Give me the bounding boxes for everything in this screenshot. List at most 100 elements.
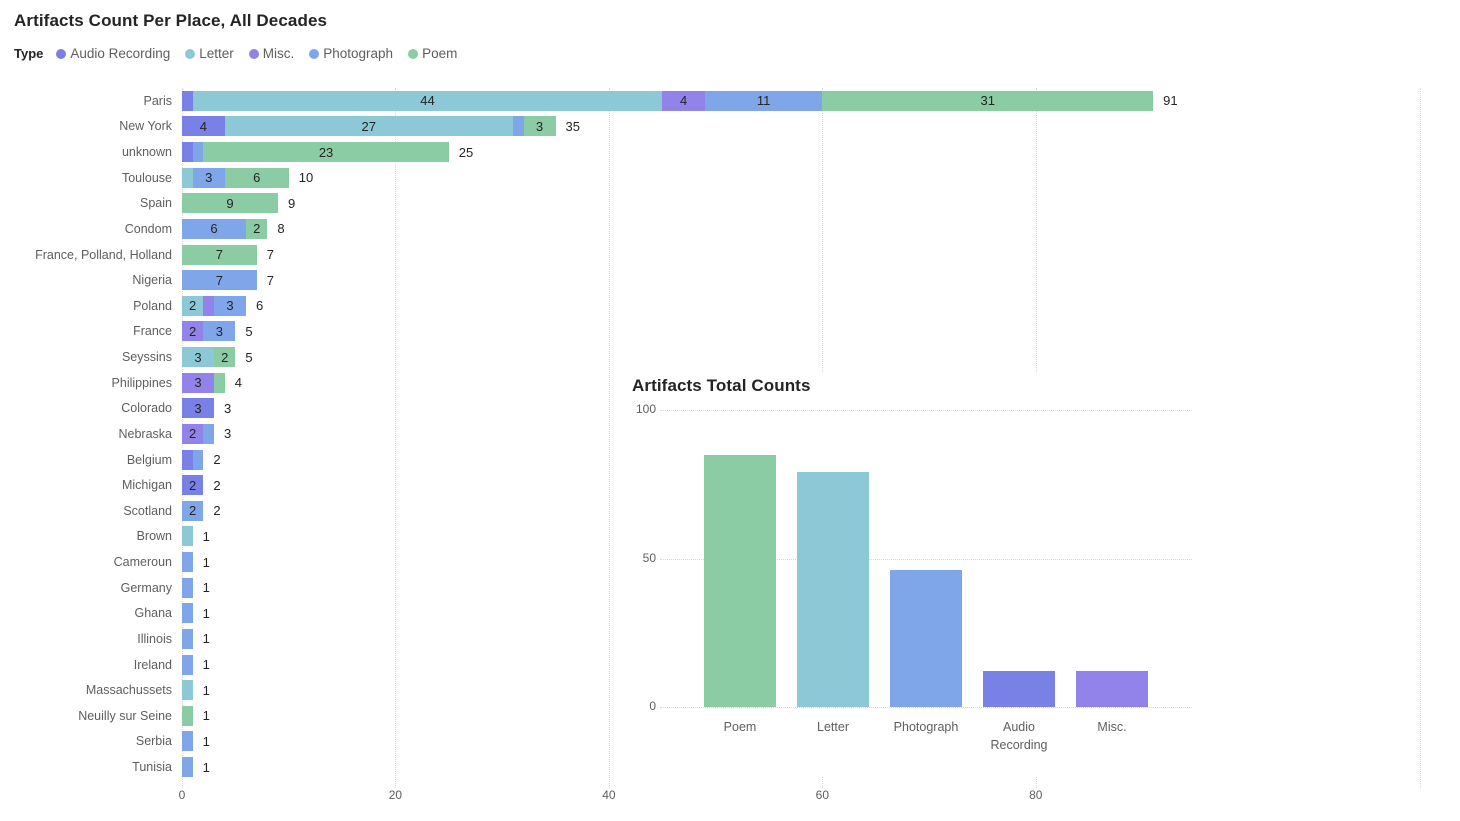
bar-segment[interactable]: 9 (182, 193, 278, 213)
bar-segment[interactable] (203, 424, 214, 444)
bar-segment[interactable]: 7 (182, 270, 257, 290)
bar-segment[interactable]: 2 (182, 475, 203, 495)
stacked-bar[interactable]: 32 (182, 347, 235, 367)
stacked-bar[interactable]: 3 (182, 373, 225, 393)
bar-segment[interactable] (182, 655, 193, 675)
bar-segment[interactable] (182, 91, 193, 111)
bar-segment[interactable] (182, 680, 193, 700)
bar-segment[interactable] (203, 296, 214, 316)
bar-segment[interactable] (182, 168, 193, 188)
bar-segment[interactable]: 2 (182, 321, 203, 341)
stacked-bar[interactable] (182, 757, 193, 777)
bar-segment[interactable]: 44 (193, 91, 663, 111)
legend-dot-icon (249, 49, 259, 59)
legend-item-photograph[interactable]: Photograph (309, 46, 393, 61)
bar-segment[interactable] (182, 731, 193, 751)
stacked-bar[interactable]: 7 (182, 270, 257, 290)
legend-title: Type (14, 46, 43, 61)
stacked-bar[interactable] (182, 526, 193, 546)
stacked-bar[interactable] (182, 655, 193, 675)
bar-segment[interactable] (193, 450, 204, 470)
bar[interactable] (1076, 671, 1148, 707)
stacked-bar[interactable]: 36 (182, 168, 289, 188)
bar-segment[interactable] (182, 526, 193, 546)
bar-segment[interactable]: 4 (662, 91, 705, 111)
stacked-bar[interactable] (182, 603, 193, 623)
x-axis-tick-label: 60 (802, 788, 842, 802)
bar-segment[interactable]: 31 (822, 91, 1153, 111)
stacked-bar[interactable]: 2 (182, 475, 203, 495)
bar-segment[interactable] (214, 373, 225, 393)
stacked-bar[interactable]: 4 27 3 (182, 116, 556, 136)
legend-item-misc[interactable]: Misc. (249, 46, 295, 61)
bar[interactable] (797, 472, 869, 707)
chart-row: Paris444113191 (0, 88, 1460, 114)
total-label: 8 (277, 221, 284, 236)
legend-item-letter[interactable]: Letter (185, 46, 234, 61)
bar-segment[interactable]: 2 (182, 296, 203, 316)
stacked-bar[interactable] (182, 706, 193, 726)
bar-segment[interactable]: 3 (214, 296, 246, 316)
stacked-bar[interactable]: 2 (182, 501, 203, 521)
x-axis-tick-label: 20 (375, 788, 415, 802)
legend-item-audio-recording[interactable]: Audio Recording (56, 46, 170, 61)
stacked-bar[interactable] (182, 680, 193, 700)
stacked-bar[interactable]: 7 (182, 245, 257, 265)
stacked-bar[interactable] (182, 450, 203, 470)
segment-value: 3 (205, 170, 212, 185)
bar-segment[interactable] (182, 629, 193, 649)
bar-segment[interactable]: 7 (182, 245, 257, 265)
bar-segment[interactable]: 2 (214, 347, 235, 367)
bar[interactable] (890, 570, 962, 707)
total-label: 3 (224, 401, 231, 416)
stacked-bar[interactable]: 23 (182, 296, 246, 316)
bar-segment[interactable]: 6 (225, 168, 289, 188)
bar-segment[interactable]: 3 (203, 321, 235, 341)
bar-segment[interactable]: 2 (182, 501, 203, 521)
bar-segment[interactable] (513, 116, 524, 136)
bar-segment[interactable] (182, 603, 193, 623)
stacked-bar[interactable] (182, 552, 193, 572)
bar-segment[interactable] (182, 142, 193, 162)
stacked-bar[interactable]: 3 (182, 398, 214, 418)
bar-segment[interactable] (182, 757, 193, 777)
bar-segment[interactable]: 3 (182, 373, 214, 393)
bar[interactable] (704, 455, 776, 707)
chart-row: Nigeria77 (0, 267, 1460, 293)
stacked-bar[interactable]: 4441131 (182, 91, 1153, 111)
bar-segment[interactable] (193, 142, 204, 162)
stacked-bar[interactable]: 23 (182, 142, 449, 162)
bar-segment[interactable]: 2 (182, 424, 203, 444)
bar-segment[interactable]: 2 (246, 219, 267, 239)
bar-segment[interactable] (182, 552, 193, 572)
bar-segment[interactable]: 3 (193, 168, 225, 188)
bar[interactable] (983, 671, 1055, 707)
bar-segment[interactable] (182, 450, 193, 470)
bar-segment[interactable]: 27 (225, 116, 513, 136)
stacked-bar[interactable] (182, 731, 193, 751)
bar-segment[interactable]: 3 (524, 116, 556, 136)
category-label: New York (0, 119, 182, 133)
stacked-bar[interactable] (182, 578, 193, 598)
total-label: 1 (203, 555, 210, 570)
bar-segment[interactable]: 11 (705, 91, 822, 111)
bar-segment[interactable]: 3 (182, 347, 214, 367)
bar-segment[interactable]: 23 (203, 142, 448, 162)
bar-segment[interactable]: 6 (182, 219, 246, 239)
bar-segment[interactable] (182, 706, 193, 726)
stacked-bar[interactable]: 9 (182, 193, 278, 213)
category-label: France (0, 324, 182, 338)
category-label: Illinois (0, 632, 182, 646)
stacked-bar[interactable] (182, 629, 193, 649)
legend-dot-icon (309, 49, 319, 59)
stacked-bar[interactable]: 62 (182, 219, 267, 239)
stacked-bar[interactable]: 2 (182, 424, 214, 444)
bar-segment[interactable]: 3 (182, 398, 214, 418)
x-axis-category-label: Letter (787, 718, 879, 736)
bar-segment[interactable]: 4 (182, 116, 225, 136)
legend-item-poem[interactable]: Poem (408, 46, 457, 61)
stacked-bar[interactable]: 23 (182, 321, 235, 341)
bar-segment[interactable] (182, 578, 193, 598)
segment-value: 3 (194, 375, 201, 390)
segment-value: 27 (362, 119, 376, 134)
